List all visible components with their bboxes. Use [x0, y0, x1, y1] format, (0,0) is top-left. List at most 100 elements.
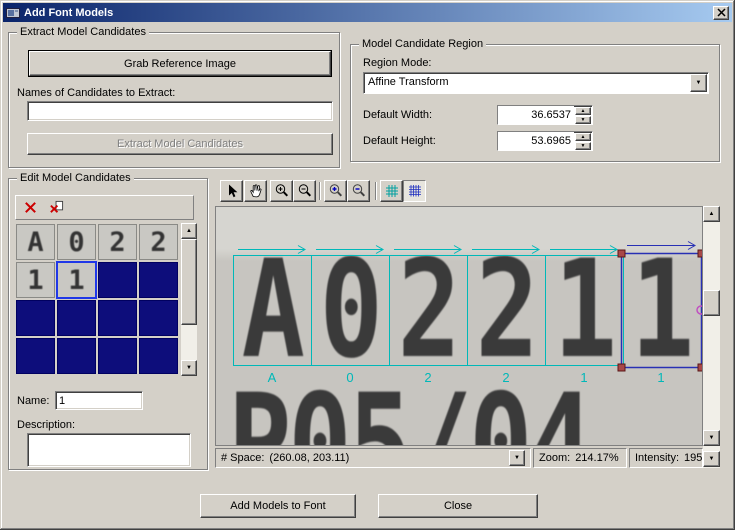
thumb-cell[interactable]: 0 — [57, 224, 96, 260]
spin-down-icon[interactable]: ▼ — [575, 116, 591, 124]
spin-down-icon[interactable]: ▼ — [575, 142, 591, 150]
pan-tool-button[interactable] — [244, 180, 267, 202]
region-mode-label: Region Mode: — [363, 57, 432, 69]
pan-hand-icon — [249, 184, 261, 198]
edit-model-candidates-group: Edit Model Candidates A 0 2 2 1 1 ▲ ▼ Na… — [8, 172, 208, 470]
thumb-cell[interactable]: 2 — [98, 224, 137, 260]
fine-grid-toggle-button[interactable] — [403, 180, 426, 202]
scroll-down-button[interactable]: ▼ — [703, 451, 720, 467]
candidate-name-input[interactable] — [55, 391, 143, 410]
scrollbar-thumb[interactable] — [703, 290, 720, 316]
zoom-in-region-icon — [329, 184, 342, 197]
thumb-cell-empty — [98, 300, 137, 336]
thumb-cell[interactable]: A — [16, 224, 55, 260]
scroll-down-button[interactable]: ▼ — [703, 430, 720, 446]
printed-char: 0 — [319, 231, 383, 388]
select-arrow-icon — [228, 184, 237, 198]
status-zoom-panel: Zoom: 214.17% — [533, 448, 627, 468]
model-candidate-region-group: Model Candidate Region Region Mode: Affi… — [350, 38, 720, 162]
candidate-label: 2 — [502, 370, 510, 385]
printed-char: 1 — [553, 231, 617, 388]
zoom-in-button[interactable] — [270, 180, 293, 202]
space-dropdown-button[interactable]: ▼ — [509, 450, 525, 466]
default-width-label: Default Width: — [363, 109, 433, 121]
viewer-statusbar: # Space: (260.08, 203.11) ▼ Zoom: 214.17… — [215, 448, 703, 468]
fine-grid-icon — [408, 185, 421, 197]
default-width-input[interactable] — [498, 106, 574, 124]
space-label: # Space: — [221, 452, 265, 464]
candidate-description-input[interactable] — [27, 433, 191, 467]
thumb-cell-empty — [98, 262, 137, 298]
scroll-down-button[interactable]: ▼ — [181, 360, 197, 376]
printed-char: 2 — [475, 231, 539, 388]
delete-all-candidates-button[interactable] — [45, 198, 67, 218]
thumb-cell-empty — [16, 338, 55, 374]
printed-char: 1 — [630, 231, 695, 388]
candidate-grid-scrollbar[interactable]: ▲ ▼ — [181, 223, 197, 376]
spin-up-icon[interactable]: ▲ — [575, 107, 591, 115]
region-group-title: Model Candidate Region — [359, 38, 487, 51]
candidate-label: 0 — [346, 370, 354, 385]
image-canvas[interactable]: A 0 2 2 1 1 P05/04 A 0 2 2 1 1 — [215, 206, 703, 446]
thumb-cell-empty — [139, 338, 178, 374]
zoom-out-button[interactable] — [293, 180, 316, 202]
viewer-toolbar — [215, 178, 705, 205]
close-dialog-button[interactable]: Close — [378, 494, 538, 518]
extract-model-candidates-group: Extract Model Candidates Grab Reference … — [8, 26, 340, 168]
candidate-label: 1 — [657, 370, 665, 385]
scroll-up-button[interactable]: ▲ — [181, 223, 197, 239]
status-space-panel: # Space: (260.08, 203.11) ▼ — [215, 448, 531, 468]
candidate-names-label: Names of Candidates to Extract: — [17, 87, 176, 99]
extract-group-title: Extract Model Candidates — [17, 26, 149, 39]
space-value: (260.08, 203.11) — [269, 452, 350, 464]
app-icon — [6, 6, 20, 20]
add-font-models-dialog: Add Font Models Extract Model Candidates… — [0, 0, 735, 530]
thumb-char: 2 — [150, 226, 167, 258]
select-tool-button[interactable] — [220, 180, 243, 202]
default-height-spinner[interactable]: ▲ ▼ — [497, 131, 593, 151]
candidate-name-label: Name: — [17, 395, 50, 407]
default-height-label: Default Height: — [363, 135, 436, 147]
default-height-input[interactable] — [498, 132, 574, 150]
chevron-down-icon[interactable]: ▼ — [690, 74, 707, 92]
grab-reference-image-button[interactable]: Grab Reference Image — [29, 51, 331, 76]
intensity-value: 195 — [684, 452, 703, 464]
thumb-cell-empty — [57, 300, 96, 336]
spin-up-icon[interactable]: ▲ — [575, 133, 591, 141]
default-width-spinner[interactable]: ▲ ▼ — [497, 105, 593, 125]
extract-model-candidates-button[interactable]: Extract Model Candidates — [27, 133, 333, 155]
thumb-char: 1 — [68, 264, 85, 296]
zoom-value: 214.17% — [575, 452, 619, 464]
grid-toggle-button[interactable] — [380, 180, 403, 202]
resize-handle[interactable] — [617, 249, 626, 258]
scrollbar-thumb[interactable] — [181, 239, 197, 325]
viewer-vscrollbar[interactable]: ▲ ▼ ▼ — [703, 206, 720, 468]
thumb-cell[interactable]: 2 — [139, 224, 178, 260]
region-mode-select[interactable]: Affine Transform ▼ — [363, 72, 709, 94]
thumb-cell-empty — [139, 262, 178, 298]
zoom-out-region-button[interactable] — [347, 180, 370, 202]
delete-candidate-button[interactable] — [19, 198, 41, 218]
zoom-in-region-button[interactable] — [324, 180, 347, 202]
thumb-cell-empty — [98, 338, 137, 374]
window-title: Add Font Models — [24, 6, 114, 19]
thumb-cell-empty — [139, 300, 178, 336]
scroll-up-button[interactable]: ▲ — [703, 206, 720, 222]
edit-group-title: Edit Model Candidates — [17, 172, 134, 185]
printed-char: 2 — [397, 231, 461, 388]
region-mode-value: Affine Transform — [368, 76, 449, 88]
zoom-out-region-icon — [352, 184, 365, 197]
candidate-description-label: Description: — [17, 419, 76, 431]
thumb-cell-empty — [57, 338, 96, 374]
printed-char: A — [241, 231, 305, 388]
close-icon — [716, 8, 726, 17]
status-intensity-panel: Intensity: 195 — [629, 448, 703, 468]
thumb-cell[interactable]: 1 — [16, 262, 55, 298]
close-button[interactable] — [713, 5, 729, 20]
thumb-cell-empty — [16, 300, 55, 336]
candidate-names-input[interactable] — [27, 101, 333, 121]
candidate-label: 1 — [580, 370, 588, 385]
thumb-cell-selected[interactable]: 1 — [56, 261, 97, 299]
add-models-to-font-button[interactable]: Add Models to Font — [200, 494, 356, 518]
zoom-out-icon — [298, 184, 311, 197]
